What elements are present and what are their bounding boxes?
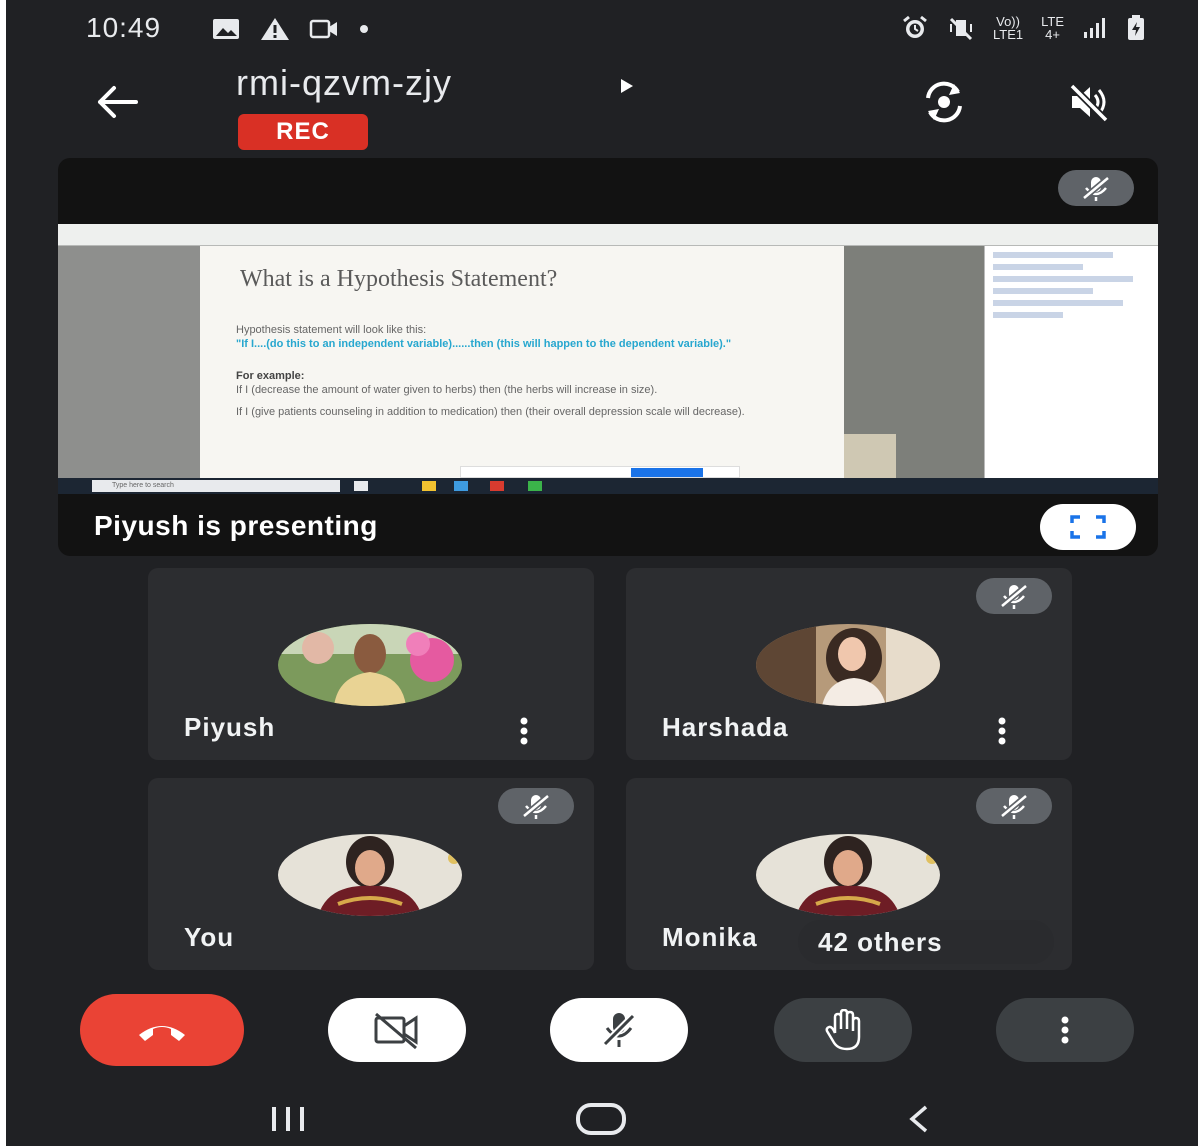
slide-bullet: For example: <box>236 370 305 382</box>
video-notification-icon <box>309 19 337 39</box>
android-nav-bar <box>6 1098 1198 1138</box>
slide-bullet: Hypothesis statement will look like this… <box>236 324 427 336</box>
slide-bullet: "If I....(do this to an independent vari… <box>236 338 732 350</box>
avatar-photo <box>756 834 940 916</box>
more-vert-icon[interactable] <box>518 716 530 746</box>
taskbar-search: Type here to search <box>92 480 340 492</box>
presentation-mute-indicator <box>1058 170 1134 211</box>
mic-off-icon <box>1058 170 1134 206</box>
fullscreen-icon <box>1070 515 1106 539</box>
slide-bullet: If I (decrease the amount of water given… <box>236 384 658 396</box>
raise-hand-button[interactable] <box>774 998 912 1062</box>
mute-indicator <box>498 788 574 829</box>
camera-off-icon <box>374 1012 418 1050</box>
shared-screen: What is a Hypothesis Statement? Hypothes… <box>58 224 1158 494</box>
volte-indicator: Vo)) LTE1 <box>993 14 1024 42</box>
participant-tile-harshada[interactable]: Harshada <box>626 568 1072 760</box>
slide: What is a Hypothesis Statement? Hypothes… <box>200 246 844 478</box>
participant-tile-monika[interactable]: Monika 42 others <box>626 778 1072 970</box>
more-vert-icon <box>1061 1016 1069 1044</box>
avatar-photo <box>278 834 462 916</box>
meet-screen: 10:49 Vo))LTE1 LTE4+ rmi-qzvm-zjy REC <box>6 0 1198 1146</box>
mute-vibrate-icon <box>949 17 973 41</box>
mute-indicator <box>976 578 1052 619</box>
camera-toggle-button[interactable] <box>328 998 466 1062</box>
switch-camera-button[interactable] <box>916 74 972 130</box>
avatar <box>278 834 462 916</box>
signal-icon <box>1084 18 1105 38</box>
participant-tile-you[interactable]: You <box>148 778 594 970</box>
pane-line <box>993 276 1133 282</box>
participant-name: Monika <box>662 922 758 952</box>
sharing-bar <box>460 466 740 478</box>
pane-line <box>993 252 1113 258</box>
slide-bullet: If I (give patients counseling in additi… <box>236 406 745 418</box>
meeting-code[interactable]: rmi-qzvm-zjy <box>236 62 452 104</box>
mute-indicator <box>976 788 1052 829</box>
recents-icon[interactable] <box>268 1104 308 1134</box>
back-nav-icon[interactable] <box>904 1104 934 1134</box>
arrow-back-icon <box>98 86 138 118</box>
home-icon[interactable] <box>574 1102 628 1136</box>
dot-notification-icon <box>360 25 368 33</box>
taskbar-search-text: Type here to search <box>112 482 174 489</box>
pane-line <box>993 312 1063 318</box>
participant-name: Piyush <box>184 712 276 742</box>
shared-right-doc <box>844 246 984 478</box>
taskbar-icon <box>528 481 542 491</box>
presenting-label: Piyush is presenting <box>94 510 378 541</box>
gallery-notification-icon <box>213 19 239 39</box>
taskbar-icon <box>422 481 436 491</box>
mic-off-icon <box>976 788 1052 824</box>
others-chip[interactable]: 42 others <box>798 920 1054 964</box>
mic-off-icon <box>498 788 574 824</box>
status-time: 10:49 <box>86 12 162 43</box>
pane-line <box>993 264 1083 270</box>
presentation-panel[interactable]: What is a Hypothesis Statement? Hypothes… <box>58 158 1158 556</box>
audio-off-button[interactable] <box>1060 74 1116 130</box>
back-button[interactable] <box>90 80 146 124</box>
participant-tile-piyush[interactable]: Piyush <box>148 568 594 760</box>
shared-side-pane <box>984 246 1158 478</box>
end-call-button[interactable] <box>80 994 244 1066</box>
taskbar-icon <box>490 481 504 491</box>
pane-line <box>993 300 1123 306</box>
participant-name: Harshada <box>662 712 789 742</box>
doc-strip <box>844 434 896 478</box>
volume-off-icon <box>1069 83 1109 123</box>
mic-off-icon <box>976 578 1052 614</box>
mic-toggle-button[interactable] <box>550 998 688 1062</box>
shared-left-panel <box>58 246 200 478</box>
raise-hand-icon <box>825 1009 861 1051</box>
avatar <box>278 624 462 706</box>
taskbar-icon <box>354 481 368 491</box>
slide-title: What is a Hypothesis Statement? <box>240 266 558 292</box>
hang-up-icon <box>139 1026 185 1041</box>
warning-notification-icon <box>261 18 289 40</box>
avatar-photo <box>756 624 940 706</box>
taskbar-icon <box>454 481 468 491</box>
pane-line <box>993 288 1093 294</box>
stop-sharing-button <box>631 468 703 477</box>
mic-off-icon <box>602 1013 636 1047</box>
avatar-photo <box>278 624 462 706</box>
system-status-icons: Vo)) LTE1 LTE 4+ <box>901 14 1146 42</box>
switch-camera-icon <box>926 81 962 123</box>
play-arrow-icon[interactable] <box>618 76 636 96</box>
participant-name: You <box>184 922 235 952</box>
more-vert-icon[interactable] <box>996 716 1008 746</box>
notification-icons <box>211 16 371 42</box>
alarm-icon <box>903 15 927 38</box>
fullscreen-button[interactable] <box>1040 504 1136 550</box>
status-bar: 10:49 Vo)) LTE1 LTE 4+ <box>6 0 1198 56</box>
recording-badge: REC <box>238 114 368 150</box>
windows-taskbar: Type here to search <box>58 478 1158 494</box>
more-options-button[interactable] <box>996 998 1134 1062</box>
lte-indicator: LTE 4+ <box>1041 14 1064 42</box>
battery-icon <box>1128 15 1144 40</box>
avatar <box>756 834 940 916</box>
shared-app-toolbar <box>58 224 1158 246</box>
avatar <box>756 624 940 706</box>
